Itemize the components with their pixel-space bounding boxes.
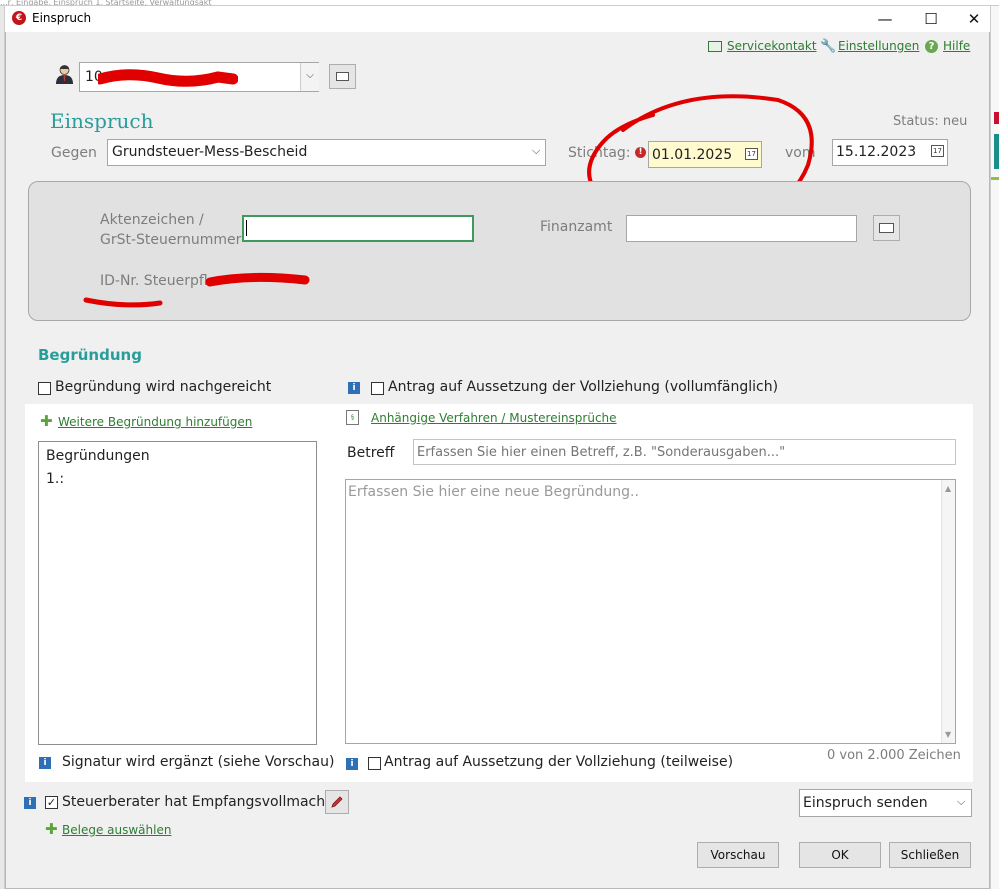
help-icon: ?: [925, 40, 938, 53]
begruendung-textarea[interactable]: Erfassen Sie hier eine neue Begründung..…: [345, 479, 956, 744]
weitere-begruendung-link[interactable]: Weitere Begründung hinzufügen: [58, 415, 252, 429]
finanzamt-lookup-button[interactable]: [873, 215, 900, 241]
gegen-select-value: Grundsteuer-Mess-Bescheid: [112, 144, 308, 160]
begruendung-heading: Begründung: [38, 346, 142, 364]
schliessen-button[interactable]: Schließen: [889, 842, 971, 868]
client-card-button[interactable]: [329, 64, 356, 89]
anhaengige-verfahren-link[interactable]: Anhängige Verfahren / Mustereinsprüche: [371, 411, 617, 425]
scroll-down-icon[interactable]: ▼: [945, 730, 951, 739]
background-green-line: [991, 177, 999, 180]
aktenzeichen-input[interactable]: [242, 215, 474, 242]
page-title: Einspruch: [50, 109, 154, 133]
betreff-label: Betreff: [347, 445, 395, 461]
document-icon: §: [346, 410, 359, 425]
aussetzung-teil-checkbox[interactable]: [368, 757, 381, 770]
gegen-select[interactable]: Grundsteuer-Mess-Bescheid ⌵: [107, 139, 546, 166]
title-bar: [5, 6, 990, 32]
background-right-edge: [990, 6, 999, 889]
pencil-icon: [331, 796, 343, 808]
card-icon: [879, 223, 894, 233]
info-icon[interactable]: i: [348, 382, 360, 394]
character-counter: 0 von 2.000 Zeichen: [827, 748, 961, 763]
nachgereicht-checkbox[interactable]: [38, 382, 51, 395]
chevron-down-icon: ⌵: [532, 144, 541, 157]
app-logo-icon: €: [12, 11, 26, 25]
nachgereicht-label: Begründung wird nachgereicht: [55, 379, 272, 395]
edit-button[interactable]: [325, 790, 349, 814]
service-contact-icon: [708, 41, 722, 52]
close-button[interactable]: ✕: [951, 6, 997, 32]
chevron-down-icon: ⌵: [957, 795, 966, 808]
vom-value: 15.12.2023: [836, 144, 917, 160]
vorschau-button[interactable]: Vorschau: [697, 842, 779, 868]
status-label: Status: neu: [893, 114, 968, 129]
calendar-icon[interactable]: 17: [931, 145, 944, 157]
maximize-button[interactable]: ☐: [908, 6, 954, 32]
client-select[interactable]: 10 ⌵: [79, 62, 319, 92]
textarea-placeholder: Erfassen Sie hier eine neue Begründung..: [348, 484, 639, 500]
plus-icon: ✚: [40, 412, 53, 430]
minimize-button[interactable]: —: [862, 6, 908, 32]
aussetzung-voll-label: Antrag auf Aussetzung der Vollziehung (v…: [388, 379, 779, 395]
user-avatar-icon: [55, 64, 74, 84]
belege-auswaehlen-link[interactable]: Belege auswählen: [62, 823, 171, 837]
card-icon: [336, 72, 349, 81]
signatur-label: Signatur wird ergänzt (siehe Vorschau): [62, 754, 335, 770]
betreff-input[interactable]: [413, 439, 956, 465]
aktenzeichen-label: Aktenzeichen /: [100, 212, 204, 228]
info-icon[interactable]: i: [346, 758, 358, 770]
background-red-mark: [994, 112, 999, 124]
aussetzung-teil-label: Antrag auf Aussetzung der Vollziehung (t…: [384, 754, 734, 770]
begruendungen-list[interactable]: Begründungen 1.:: [38, 441, 317, 745]
info-icon[interactable]: i: [39, 757, 51, 769]
send-action-value: Einspruch senden: [803, 795, 928, 811]
finanzamt-label: Finanzamt: [540, 219, 613, 235]
chevron-down-icon[interactable]: ⌵: [300, 63, 319, 91]
redaction-scribble: [98, 69, 238, 87]
vom-date-field[interactable]: 15.12.2023 17: [832, 139, 948, 166]
steuerberater-checkbox[interactable]: ✓: [45, 796, 58, 809]
hilfe-link[interactable]: Hilfe: [943, 39, 970, 53]
gegen-label: Gegen: [51, 145, 97, 161]
grst-steuernummer-label: GrSt-Steuernummer: [100, 232, 242, 248]
window-title: Einspruch: [32, 11, 92, 25]
send-action-select[interactable]: Einspruch senden ⌵: [799, 789, 972, 817]
text-cursor: [246, 220, 247, 236]
background-teal-mark: [994, 134, 999, 169]
list-item[interactable]: 1.:: [46, 471, 64, 487]
ok-button[interactable]: OK: [799, 842, 881, 868]
redaction-scribble: [83, 272, 310, 308]
textarea-scrollbar[interactable]: ▲ ▼: [941, 480, 955, 743]
wrench-icon: 🔧: [820, 39, 837, 54]
einstellungen-link[interactable]: Einstellungen: [838, 39, 919, 53]
plus-icon: ✚: [45, 820, 58, 838]
info-icon[interactable]: i: [24, 797, 36, 809]
servicekontakt-link[interactable]: Servicekontakt: [727, 39, 817, 53]
finanzamt-input[interactable]: [626, 215, 857, 242]
aussetzung-voll-checkbox[interactable]: [371, 382, 384, 395]
list-title: Begründungen: [46, 448, 150, 464]
scroll-up-icon[interactable]: ▲: [945, 484, 951, 493]
steuerberater-label: Steuerberater hat Empfangsvollmacht: [62, 794, 331, 810]
